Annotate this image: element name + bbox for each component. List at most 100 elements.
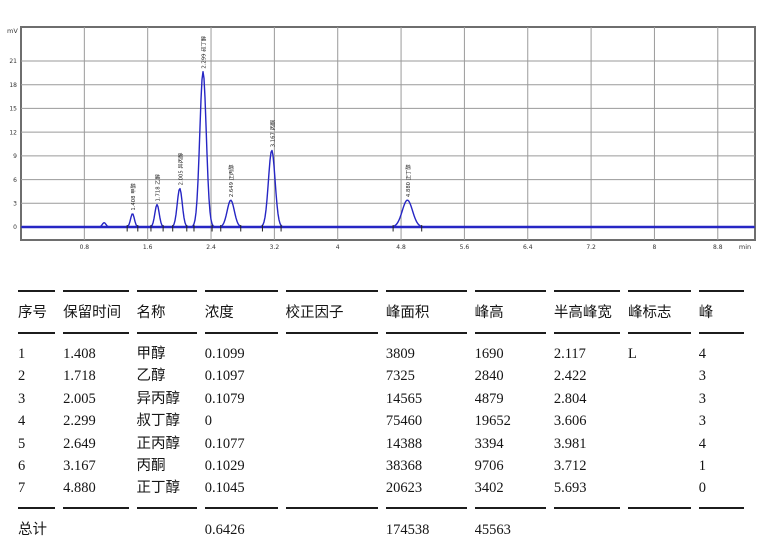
table-cell: 0.1045 [205,477,278,508]
column-header: 峰 [699,290,744,334]
y-axis-tick-label: 15 [9,106,17,113]
table-cell: 0.1079 [205,388,278,410]
total-cell: 0.6426 [205,509,278,541]
table-cell: 6 [18,455,55,477]
peak-label: 4.880 正丁醇 [404,164,412,197]
column-header: 半高峰宽 [554,290,620,334]
table-row[interactable]: 63.167丙酮0.10293836897063.7121 [18,455,744,477]
table-cell: 7 [18,477,55,508]
table-cell: 4 [18,410,55,432]
y-axis-tick-label: 9 [13,153,17,160]
table-cell: 0.1097 [205,365,278,387]
table-cell [286,410,378,432]
table-row[interactable]: 42.299叔丁醇075460196523.6063 [18,410,744,432]
table-cell: 3 [699,365,744,387]
table-cell: 异丙醇 [137,388,197,410]
table-cell: 19652 [475,410,546,432]
x-axis-tick-label: 0.8 [80,244,90,251]
table-cell: 正丁醇 [137,477,197,508]
table-cell [286,455,378,477]
table-cell: 1.408 [63,334,128,365]
table-cell: 75460 [386,410,467,432]
y-axis-tick-label: 18 [9,82,17,89]
table-cell: 0.1099 [205,334,278,365]
table-cell: 0 [205,410,278,432]
peak-label: 1.718 乙醇 [154,173,162,201]
table-cell [628,365,691,387]
y-axis-tick-label: 0 [13,224,17,231]
table-row[interactable]: 74.880正丁醇0.10452062334025.6930 [18,477,744,508]
table-cell: 2.422 [554,365,620,387]
x-axis-tick-label: 3.2 [270,244,280,251]
column-header: 保留时间 [63,290,128,334]
table-cell [286,334,378,365]
table-cell: 2.299 [63,410,128,432]
column-header: 浓度 [205,290,278,334]
table-cell: 3.167 [63,455,128,477]
x-axis-tick-label: 6.4 [523,244,533,251]
table-cell: 9706 [475,455,546,477]
y-axis-tick-label: 3 [13,200,17,207]
table-cell: 2.005 [63,388,128,410]
table-cell [628,388,691,410]
table-cell: 2840 [475,365,546,387]
table-cell [628,477,691,508]
table-cell: 3809 [386,334,467,365]
peak-label: 1.408 甲醇 [129,182,137,210]
total-cell: 总计 [18,509,55,541]
table-cell: 1.718 [63,365,128,387]
column-header: 峰高 [475,290,546,334]
column-header: 峰标志 [628,290,691,334]
table-cell: 14565 [386,388,467,410]
total-cell: 45563 [475,509,546,541]
peak-table-header-row: 序号保留时间名称浓度校正因子峰面积峰高半高峰宽峰标志峰 [18,290,744,334]
column-header: 校正因子 [286,290,378,334]
table-cell: 14388 [386,433,467,455]
peak-table-wrap: 序号保留时间名称浓度校正因子峰面积峰高半高峰宽峰标志峰 11.408甲醇0.10… [0,290,752,551]
table-cell: 4879 [475,388,546,410]
column-header: 峰面积 [386,290,467,334]
total-cell [137,509,197,541]
chromatogram-plot[interactable]: 0369121518210.81.62.43.244.85.66.47.288.… [0,0,778,270]
table-cell: 1 [699,455,744,477]
table-cell [628,433,691,455]
x-axis-tick-label: 4.8 [396,244,406,251]
table-cell: 4.880 [63,477,128,508]
total-cell: 174538 [386,509,467,541]
table-row[interactable]: 32.005异丙醇0.10791456548792.8043 [18,388,744,410]
table-cell: 3 [699,388,744,410]
table-cell [286,365,378,387]
table-cell: 3 [699,410,744,432]
table-cell: 3394 [475,433,546,455]
table-cell: 1690 [475,334,546,365]
chromatography-report: 0369121518210.81.62.43.244.85.66.47.288.… [0,0,778,551]
table-cell: 4 [699,334,744,365]
peak-label: 2.299 叔丁醇 [200,35,208,68]
table-cell: 3.712 [554,455,620,477]
peak-table-total-row: 总计 0.6426 17453845563 [18,509,744,541]
table-cell: 3.981 [554,433,620,455]
table-cell: 0.1029 [205,455,278,477]
peak-label: 2.005 异丙醇 [176,152,184,185]
table-cell: 4 [699,433,744,455]
table-cell [628,410,691,432]
x-axis-tick-label: 5.6 [460,244,470,251]
total-cell [628,509,691,541]
y-axis-tick-label: 6 [13,177,17,184]
table-row[interactable]: 11.408甲醇0.1099380916902.117L4 [18,334,744,365]
table-cell [628,455,691,477]
total-cell [286,509,378,541]
y-axis-tick-label: 12 [9,129,17,136]
total-cell [699,509,744,541]
table-row[interactable]: 21.718乙醇0.1097732528402.4223 [18,365,744,387]
table-cell [286,433,378,455]
table-row[interactable]: 52.649正丙醇0.10771438833943.9814 [18,433,744,455]
y-axis-unit-label: mV [7,27,18,35]
chromatogram[interactable]: 0369121518210.81.62.43.244.85.66.47.288.… [0,0,778,270]
table-cell: 20623 [386,477,467,508]
table-cell: 2.649 [63,433,128,455]
column-header: 名称 [137,290,197,334]
table-cell: 3.606 [554,410,620,432]
peak-label: 3.167 丙酮 [269,120,276,147]
x-axis-tick-label: 4 [336,244,340,251]
